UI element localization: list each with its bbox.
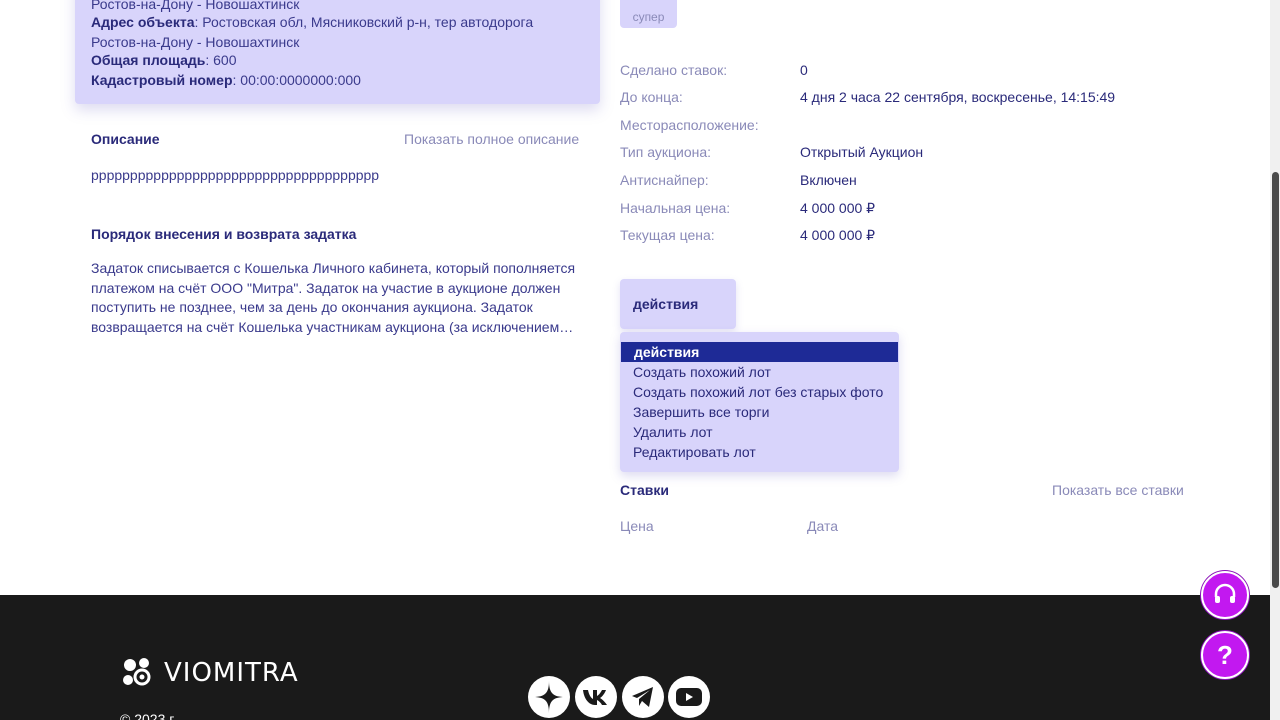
bids-col-date: Дата [807,518,839,534]
action-option-placeholder[interactable]: действия [621,342,898,362]
time-left-label: До конца: [620,89,683,105]
help-button[interactable]: ? [1201,631,1249,679]
location-label: Месторасположение: [620,117,759,133]
antisniper-value: Включен [800,172,857,188]
object-info-card: Ростов-на-Дону - Новошахтинск Адрес объе… [75,0,600,104]
action-option-create-similar[interactable]: Создать похожий лот [620,362,899,382]
area-row: Общая площадь: 600 [91,52,237,68]
action-option-delete[interactable]: Удалить лот [620,422,899,442]
footer-copyright: © 2023 г. [120,711,177,720]
telegram-icon[interactable] [622,676,664,718]
description-text: ррррррррррррррррррррррррррррррррррррр [91,167,380,183]
bids-made-label: Сделано ставок: [620,62,728,78]
bids-made-value: 0 [800,62,808,78]
action-option-finish-all[interactable]: Завершить все торги [620,402,899,422]
address-value: : Ростовская обл, Мясниковский р-н, тер … [194,14,534,30]
start-price-value: 4 000 000 ₽ [800,200,876,216]
lot-page: Ростов-на-Дону - Новошахтинск Адрес объе… [0,0,1270,720]
address-row: Адрес объекта: Ростовская обл, Мясниковс… [91,14,533,30]
vk-icon[interactable] [575,676,617,718]
auction-type-label: Тип аукциона: [620,144,712,160]
logo-text: VIOMITRA [164,658,299,688]
address-label: Адрес объекта [91,14,195,30]
auction-type-value: Открытый Аукцион [800,144,924,160]
zen-icon[interactable] [528,676,570,718]
deposit-title: Порядок внесения и возврата задатка [91,226,357,242]
antisniper-label: Антиснайпер: [620,172,709,188]
page-scrollbar[interactable] [1270,0,1280,720]
show-all-bids-link[interactable]: Показать все ставки [1052,482,1184,498]
deposit-text: Задаток списывается с Кошелька Личного к… [91,260,576,335]
start-price-label: Начальная цена: [620,200,731,216]
scrollbar-thumb[interactable] [1272,172,1279,588]
action-option-edit[interactable]: Редактировать лот [620,442,899,462]
cadastral-label: Кадастровый номер [91,72,233,88]
actions-select[interactable]: действия [620,279,736,329]
cadastral-value: : 00:00:0000000:000 [232,72,361,88]
time-left-value: 4 дня 2 часа 22 сентября, воскресенье, 1… [800,89,1116,105]
actions-dropdown: действия Создать похожий лот Создать пох… [620,332,899,472]
headset-icon [1214,583,1236,603]
cadastral-row: Кадастровый номер: 00:00:0000000:000 [91,72,361,88]
bids-title: Ставки [620,482,669,498]
area-label: Общая площадь [91,52,206,68]
address-continuation: Ростов-на-Дону - Новошахтинск [91,34,300,50]
youtube-icon[interactable] [668,676,710,718]
bids-col-price: Цена [620,518,654,534]
viomitra-logo-icon [123,658,151,686]
area-value: : 600 [205,52,237,68]
current-price-label: Текущая цена: [620,227,715,243]
support-headset-button[interactable] [1201,571,1249,619]
current-price-value: 4 000 000 ₽ [800,227,876,243]
action-option-create-similar-no-photos[interactable]: Создать похожий лот без старых фото [620,382,899,402]
road-line-top: Ростов-на-Дону - Новошахтинск [91,0,300,12]
lot-badge: супер [620,0,677,28]
footer-logo[interactable]: VIOMITRA [120,655,299,691]
question-mark-icon: ? [1217,639,1233,670]
description-title: Описание [91,131,160,147]
show-full-description-link[interactable]: Показать полное описание [404,131,579,147]
